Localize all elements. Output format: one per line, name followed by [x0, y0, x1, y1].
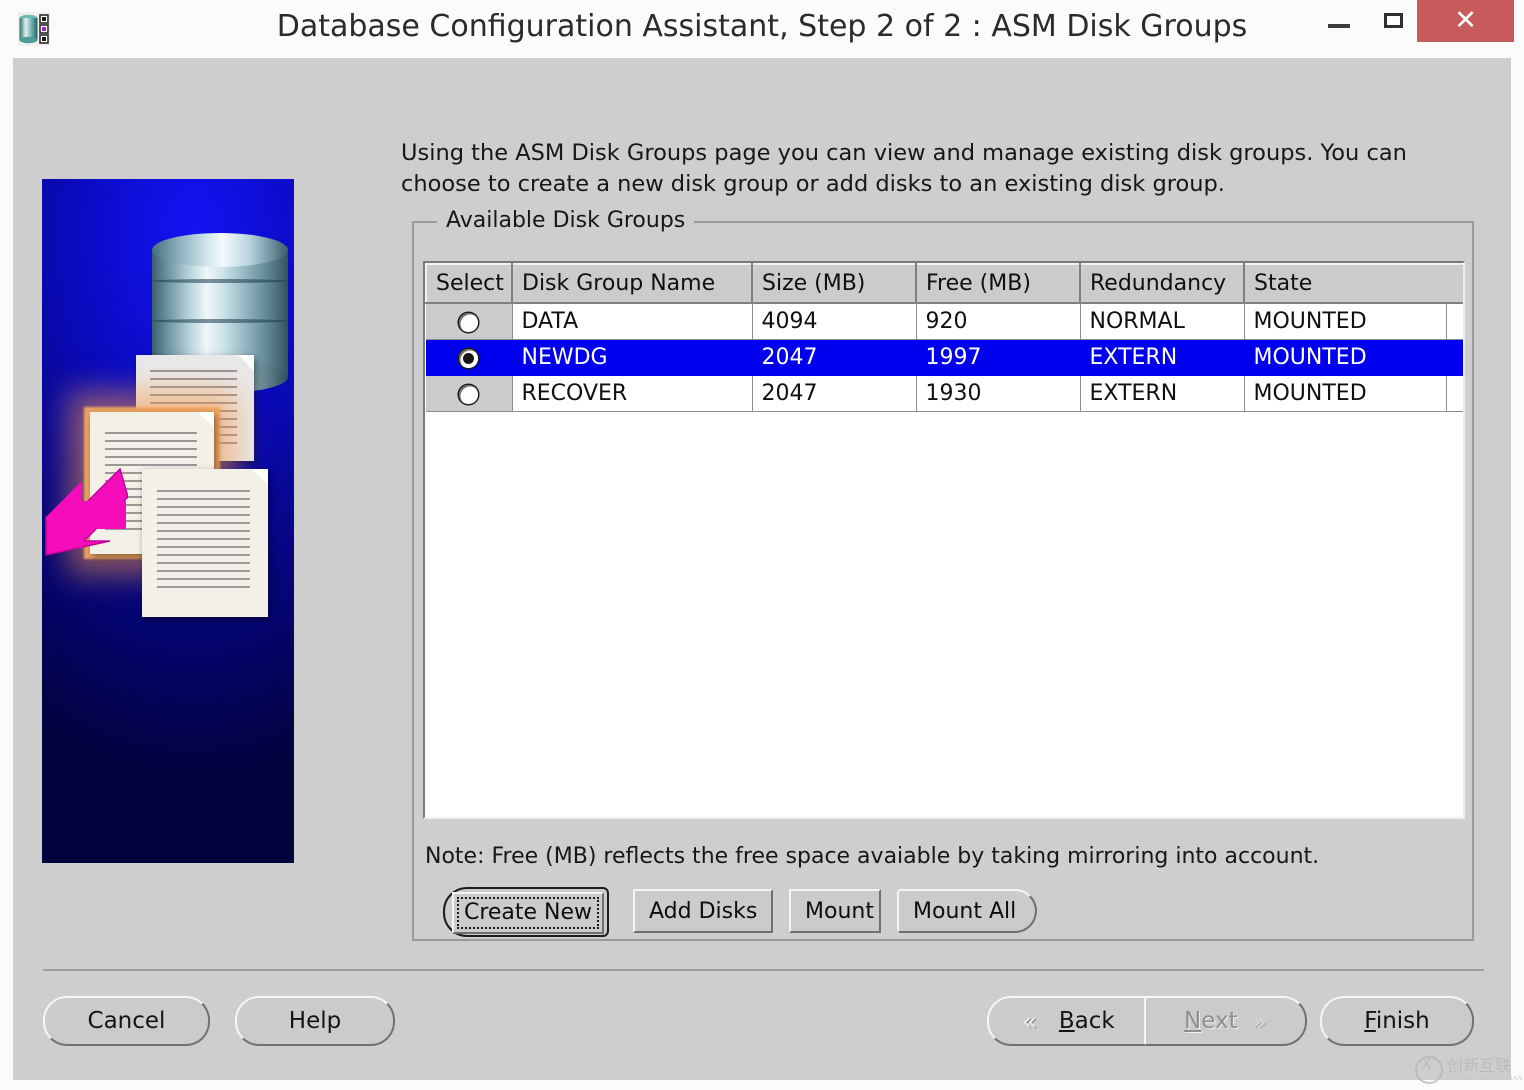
cell-redundancy: EXTERN [1080, 339, 1245, 376]
create-new-button[interactable]: Create New [452, 892, 604, 934]
watermark-text: 创新互联 [1447, 1056, 1512, 1076]
close-button[interactable]: ✕ [1417, 0, 1514, 42]
cell-state: MOUNTED [1244, 303, 1447, 340]
watermark: 创新互联 CHUANG XIN HU LIAN [1415, 1050, 1524, 1090]
document-sheet-front [142, 469, 268, 617]
cell-size-mb: 2047 [752, 339, 917, 376]
page-instructions: Using the ASM Disk Groups page you can v… [401, 140, 1407, 197]
back-label-rest: ack [1074, 1008, 1115, 1034]
chevron-left-icon: « [1022, 1007, 1037, 1036]
column-header-name[interactable]: Disk Group Name [511, 263, 753, 304]
row-select-cell[interactable] [426, 339, 513, 376]
column-header-free[interactable]: Free (MB) [915, 263, 1081, 304]
cell-free-mb: 1997 [916, 339, 1081, 376]
add-disks-button[interactable]: Add Disks [633, 889, 773, 933]
disk-groups-table-container[interactable]: Select Disk Group Name Size (MB) Free (M… [423, 261, 1465, 819]
window-title: Database Configuration Assistant, Step 2… [276, 9, 1248, 44]
chevron-right-icon: » [1252, 1007, 1267, 1036]
next-button[interactable]: Next » [1144, 996, 1307, 1046]
sidebar-illustration [42, 179, 294, 863]
table-header-row: Select Disk Group Name Size (MB) Free (M… [425, 263, 1463, 304]
create-new-button-frame: Create New [443, 887, 609, 937]
row-radio-button[interactable] [459, 385, 479, 404]
circle-x-logo-icon [1415, 1055, 1443, 1084]
cell-state: MOUNTED [1244, 375, 1447, 412]
cell-disk-group-name: NEWDG [512, 339, 753, 376]
cell-free-mb: 1930 [916, 375, 1081, 412]
dialog-content: Using the ASM Disk Groups page you can v… [13, 58, 1511, 1080]
row-select-cell[interactable] [426, 375, 513, 412]
column-header-select[interactable]: Select [425, 263, 513, 304]
finish-label-rest: inish [1375, 1008, 1430, 1034]
magenta-arrow-icon [42, 461, 128, 561]
table-row[interactable]: NEWDG 2047 1997 EXTERN MOUNTED [426, 339, 1463, 376]
row-select-cell[interactable] [426, 303, 513, 340]
cell-free-mb: 920 [916, 303, 1081, 340]
back-button[interactable]: « Back [987, 996, 1150, 1046]
close-icon: ✕ [1454, 5, 1477, 36]
next-label-rest: ext [1201, 1008, 1238, 1034]
cell-filler [1446, 339, 1463, 376]
free-space-note: Note: Free (MB) reflects the free space … [425, 844, 1320, 869]
column-header-redundancy[interactable]: Redundancy [1079, 263, 1245, 304]
next-mnemonic: N [1184, 1008, 1202, 1034]
cancel-button[interactable]: Cancel [43, 996, 210, 1046]
maximize-icon [1384, 13, 1403, 28]
cell-filler [1446, 375, 1463, 412]
table-row[interactable]: RECOVER 2047 1930 EXTERN MOUNTED [426, 375, 1463, 412]
cell-size-mb: 2047 [752, 375, 917, 412]
minimize-icon [1328, 24, 1350, 28]
mount-all-button[interactable]: Mount All [897, 889, 1037, 933]
group-title: Available Disk Groups [437, 208, 695, 233]
help-button[interactable]: Help [235, 996, 395, 1046]
cell-state: MOUNTED [1244, 339, 1447, 376]
column-header-state[interactable]: State [1242, 263, 1463, 304]
cell-disk-group-name: DATA [512, 303, 753, 340]
row-radio-button[interactable] [459, 313, 479, 332]
finish-mnemonic: F [1364, 1008, 1376, 1034]
finish-button[interactable]: Finish [1320, 996, 1474, 1046]
back-mnemonic: B [1058, 1008, 1075, 1034]
cell-redundancy: EXTERN [1080, 375, 1245, 412]
row-radio-button-selected[interactable] [459, 349, 479, 368]
table-row[interactable]: DATA 4094 920 NORMAL MOUNTED [426, 303, 1463, 340]
cell-disk-group-name: RECOVER [512, 375, 753, 412]
column-header-size[interactable]: Size (MB) [751, 263, 917, 304]
cell-size-mb: 4094 [752, 303, 917, 340]
watermark-subtext: CHUANG XIN HU LIAN [1447, 1074, 1523, 1082]
disk-groups-table: Select Disk Group Name Size (MB) Free (M… [425, 263, 1463, 412]
cell-filler [1446, 303, 1463, 340]
application-window: Database Configuration Assistant, Step 2… [0, 0, 1524, 1090]
cell-redundancy: NORMAL [1080, 303, 1245, 340]
title-bar: Database Configuration Assistant, Step 2… [0, 0, 1524, 55]
footer-separator [43, 969, 1484, 971]
mount-button[interactable]: Mount [789, 889, 881, 933]
